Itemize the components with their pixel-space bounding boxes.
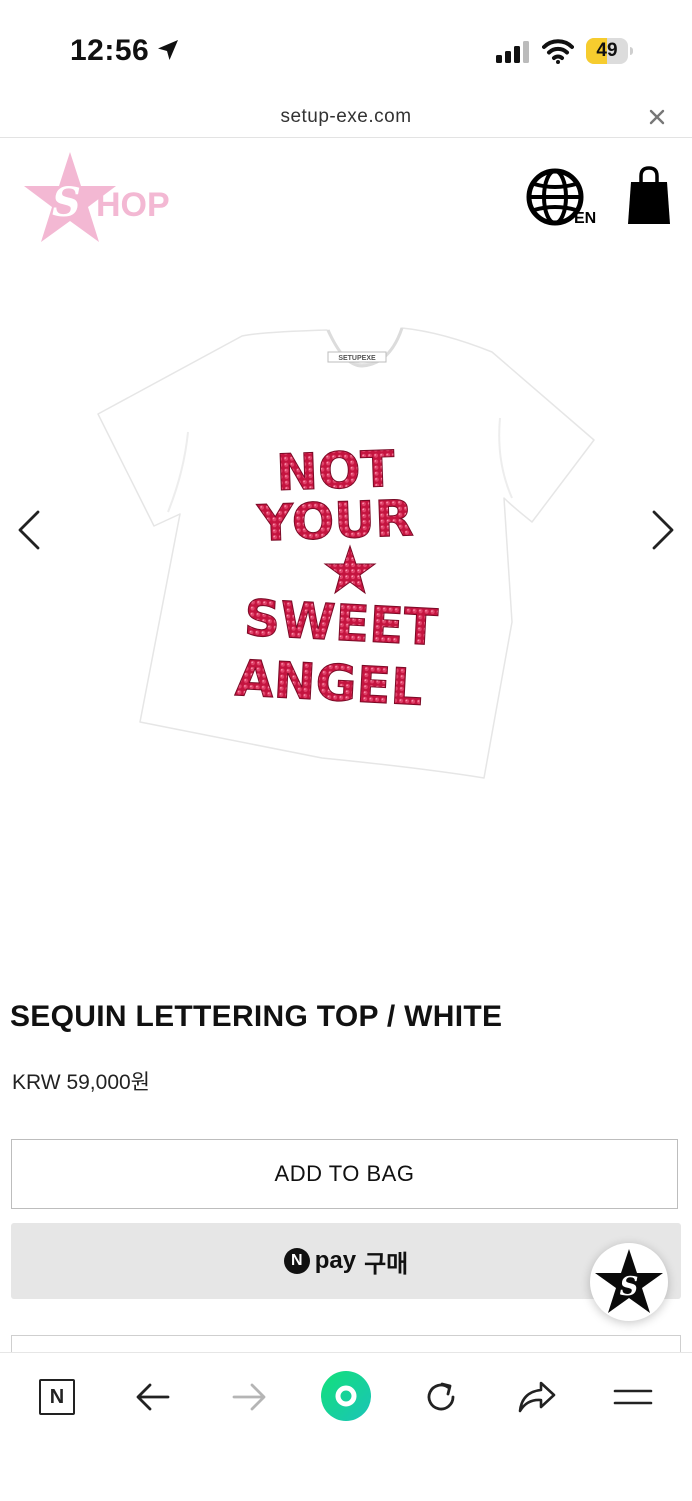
print-line-3: SWEET — [243, 589, 439, 657]
forward-arrow-icon — [232, 1383, 266, 1411]
menu-button[interactable] — [608, 1372, 658, 1422]
next-image-arrow[interactable] — [648, 508, 678, 552]
naver-pay-logo-icon: N — [283, 1248, 310, 1274]
reload-icon — [427, 1382, 455, 1411]
npay-buy-label: 구매 — [364, 1250, 409, 1278]
print-line-4: ANGEL — [234, 649, 424, 717]
green-dot-button[interactable] — [320, 1370, 372, 1422]
wifi-icon — [542, 39, 574, 64]
naver-icon: N — [39, 1379, 75, 1415]
svg-text:S: S — [620, 1272, 639, 1302]
green-dot-icon — [321, 1371, 371, 1421]
npay-buy-button[interactable]: N pay 구매 — [11, 1223, 681, 1299]
share-button[interactable] — [512, 1372, 562, 1422]
location-arrow-icon — [158, 40, 178, 60]
product-image[interactable]: SETUPEXE NOT YOUR SWEET ANGEL — [92, 322, 602, 784]
previous-image-arrow[interactable] — [14, 508, 44, 552]
floating-star-button[interactable]: S — [590, 1243, 668, 1321]
svg-text:S: S — [52, 179, 81, 226]
cellular-signal-icon — [496, 41, 529, 63]
product-price: KRW 59,000원 — [12, 1071, 150, 1094]
back-arrow-icon — [136, 1383, 170, 1411]
add-to-bag-button[interactable]: ADD TO BAG — [11, 1139, 678, 1209]
share-icon — [518, 1381, 556, 1413]
print-line-2: YOUR — [255, 489, 414, 552]
shop-logo[interactable]: S HOP — [18, 150, 178, 246]
product-title: SEQUIN LETTERING TOP / WHITE — [10, 1000, 503, 1033]
logo-text: HOP — [96, 186, 170, 224]
star-logo-icon: S — [595, 1249, 663, 1313]
language-label: EN — [574, 210, 597, 227]
url-text[interactable]: setup-exe.com — [0, 106, 692, 128]
battery-level: 49 — [596, 40, 618, 61]
hamburger-menu-icon — [613, 1389, 653, 1405]
shopping-bag-icon[interactable] — [626, 166, 672, 228]
close-icon[interactable] — [646, 106, 668, 128]
battery-indicator: 49 — [586, 38, 633, 64]
back-button[interactable] — [128, 1372, 178, 1422]
url-divider — [0, 137, 692, 138]
reload-button[interactable] — [416, 1372, 466, 1422]
status-time: 12:56 — [70, 34, 150, 67]
garment-tag-text: SETUPEXE — [338, 355, 376, 362]
language-selector[interactable]: EN — [524, 166, 600, 230]
forward-button[interactable] — [224, 1372, 274, 1422]
naver-home-button[interactable]: N — [32, 1372, 82, 1422]
npay-pay-label: pay — [314, 1247, 357, 1274]
